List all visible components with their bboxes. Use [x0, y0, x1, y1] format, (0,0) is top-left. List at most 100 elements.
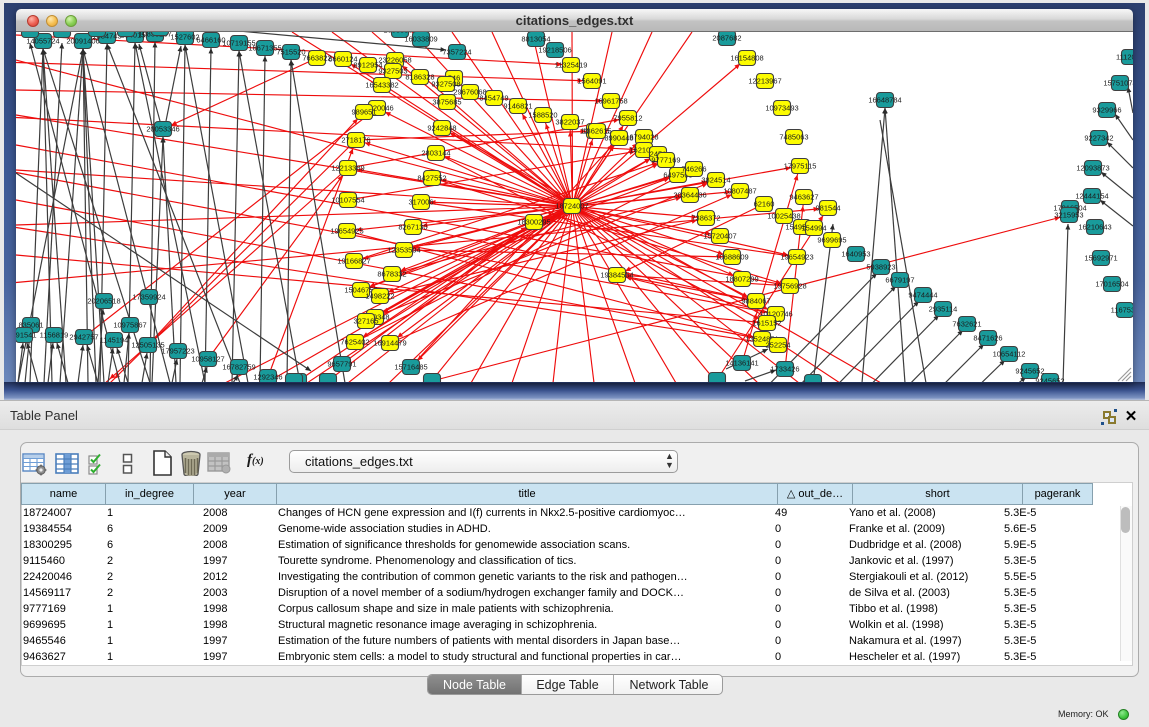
svg-text:20364436: 20364436 [673, 191, 706, 200]
svg-text:10107554: 10107554 [331, 196, 364, 205]
svg-text:7386372: 7386372 [691, 214, 720, 223]
svg-text:12444154: 12444154 [1075, 192, 1108, 201]
svg-text:9245652: 9245652 [1015, 367, 1044, 376]
svg-text:3824514: 3824514 [701, 176, 730, 185]
svg-text:9327503: 9327503 [378, 67, 407, 76]
svg-text:8267130: 8267130 [398, 223, 427, 232]
svg-text:8678332: 8678332 [377, 270, 406, 279]
svg-text:16210643: 16210643 [1078, 223, 1111, 232]
svg-text:1588520: 1588520 [528, 111, 557, 120]
svg-text:989651: 989651 [351, 108, 376, 117]
svg-text:9463627: 9463627 [789, 193, 818, 202]
svg-text:252254: 252254 [765, 341, 790, 350]
svg-text:16154808: 16154808 [730, 54, 763, 63]
svg-text:14136141: 14136141 [725, 359, 758, 368]
svg-text:16782759: 16782759 [222, 363, 255, 372]
svg-text:16543382: 16543382 [365, 81, 398, 90]
svg-text:1527602: 1527602 [170, 33, 199, 42]
svg-text:19218506: 19218506 [538, 46, 571, 55]
svg-text:1733426: 1733426 [770, 365, 799, 374]
svg-text:8427552: 8427552 [417, 174, 446, 183]
svg-text:18300295: 18300295 [517, 218, 550, 227]
svg-text:12213389: 12213389 [331, 164, 364, 173]
svg-text:16961758: 16961758 [594, 97, 627, 106]
svg-text:1362615: 1362615 [582, 127, 611, 136]
svg-text:1615152: 1615152 [752, 319, 781, 328]
svg-text:3875685: 3875685 [432, 98, 461, 107]
svg-text:10688609: 10688609 [715, 253, 748, 262]
svg-text:19756928: 19756928 [773, 282, 806, 291]
svg-text:17957223: 17957223 [161, 347, 194, 356]
svg-text:2718176: 2718176 [341, 136, 370, 145]
svg-text:1292346: 1292346 [253, 373, 282, 382]
svg-text:7955812: 7955812 [613, 114, 642, 123]
svg-text:11325419: 11325419 [555, 61, 588, 70]
svg-text:6794028: 6794028 [629, 133, 658, 142]
svg-text:18807299: 18807299 [725, 275, 758, 284]
svg-text:7485063: 7485063 [779, 133, 808, 142]
svg-text:16914479: 16914479 [373, 339, 406, 348]
svg-text:9884067: 9884067 [741, 297, 770, 306]
svg-text:12213967: 12213967 [748, 77, 781, 86]
svg-text:7625402: 7625402 [340, 338, 369, 347]
svg-text:20206518: 20206518 [87, 297, 120, 306]
svg-text:10973493: 10973493 [765, 104, 798, 113]
svg-text:5938923: 5938923 [866, 263, 895, 272]
svg-text:327165: 327165 [353, 317, 378, 326]
svg-text:17359924: 17359924 [132, 293, 165, 302]
svg-text:2942757: 2942757 [69, 333, 98, 342]
svg-text:1156819: 1156819 [40, 331, 69, 340]
svg-text:10958127: 10958127 [191, 355, 224, 364]
svg-text:3822037: 3822037 [555, 118, 584, 127]
svg-text:9242848: 9242848 [427, 124, 456, 133]
svg-text:3215953: 3215953 [1054, 211, 1083, 220]
svg-text:15692971: 15692971 [1084, 254, 1117, 263]
svg-text:2087682: 2087682 [712, 34, 741, 43]
svg-text:1112063: 1112063 [1116, 53, 1133, 62]
svg-text:746266: 746266 [681, 165, 706, 174]
svg-text:19654925: 19654925 [330, 227, 363, 236]
svg-text:1640953: 1640953 [841, 250, 870, 259]
svg-text:19166827: 19166827 [337, 257, 370, 266]
svg-text:15720407: 15720407 [703, 232, 736, 241]
svg-text:19384554: 19384554 [600, 271, 633, 280]
svg-text:16648784: 16648784 [868, 96, 901, 105]
svg-text:9474444: 9474444 [908, 291, 937, 300]
svg-text:1564091: 1564091 [577, 77, 606, 86]
svg-text:6466160: 6466160 [196, 36, 225, 45]
svg-text:2935114: 2935114 [929, 305, 958, 314]
svg-text:8186328: 8186328 [405, 73, 434, 82]
svg-text:10654112: 10654112 [993, 350, 1026, 359]
svg-text:1145194: 1145194 [100, 336, 129, 345]
svg-text:154994: 154994 [801, 224, 826, 233]
svg-text:62160: 62160 [754, 200, 775, 209]
svg-text:12353594: 12353594 [387, 246, 420, 255]
svg-text:19654923: 19654923 [780, 253, 813, 262]
svg-text:10975867: 10975867 [113, 321, 146, 330]
svg-text:17975115: 17975115 [784, 162, 817, 171]
svg-text:7515520: 7515520 [276, 48, 305, 57]
svg-text:12093873: 12093873 [1076, 164, 1109, 173]
svg-text:8471626: 8471626 [973, 334, 1002, 343]
svg-text:317006: 317006 [408, 198, 433, 207]
svg-text:9227342: 9227342 [1084, 134, 1113, 143]
svg-text:391541: 391541 [16, 331, 37, 340]
svg-text:8813054: 8813054 [521, 35, 550, 44]
svg-text:981544: 981544 [815, 204, 840, 213]
svg-text:9777169: 9777169 [651, 156, 680, 165]
svg-text:9699695: 9699695 [817, 236, 846, 245]
svg-text:9657791: 9657791 [327, 360, 356, 369]
svg-text:9146821: 9146821 [503, 102, 532, 111]
svg-text:7663822: 7663822 [302, 54, 331, 63]
svg-text:12505135: 12505135 [131, 341, 164, 350]
svg-text:1167534: 1167534 [1111, 306, 1133, 315]
svg-text:6679197: 6679197 [885, 276, 914, 285]
svg-text:1498222: 1498222 [365, 292, 394, 301]
svg-text:2803144: 2803144 [421, 149, 450, 158]
svg-text:7357224: 7357224 [442, 48, 471, 57]
svg-text:20053346: 20053346 [146, 125, 179, 134]
svg-text:15716485: 15716485 [394, 363, 427, 372]
svg-text:9245652: 9245652 [1035, 377, 1064, 383]
svg-text:15751074: 15751074 [1103, 79, 1133, 88]
svg-text:17016504: 17016504 [1095, 280, 1128, 289]
